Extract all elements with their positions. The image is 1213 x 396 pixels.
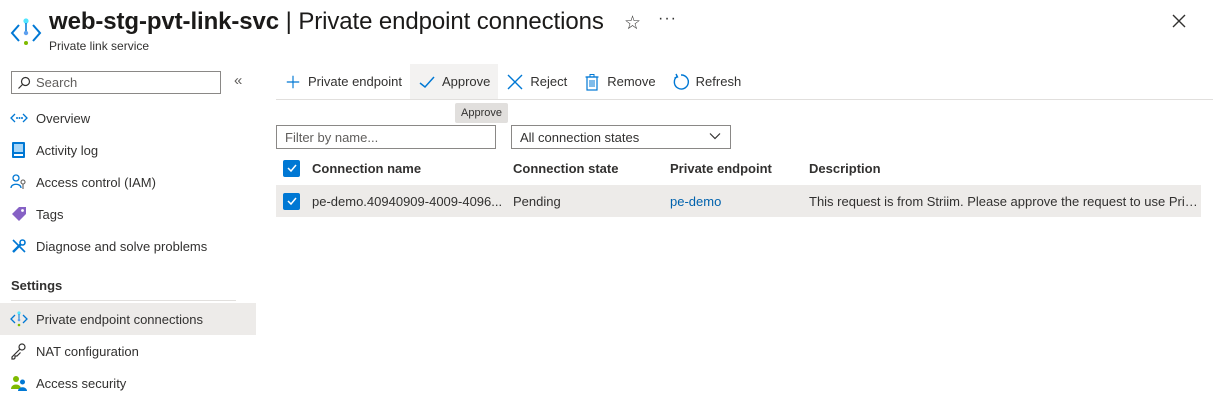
checkmark-icon <box>286 164 297 173</box>
sidebar-item-label: Access control (IAM) <box>36 174 156 190</box>
button-label: Reject <box>530 74 568 89</box>
description-cell: This request is from Striim. Please appr… <box>809 193 1201 209</box>
sidebar-item-label: Tags <box>36 206 64 222</box>
button-label: Approve <box>441 74 491 89</box>
blade-title: Private endpoint connections <box>298 8 604 35</box>
remove-button[interactable]: Remove <box>575 64 663 99</box>
button-label: Private endpoint <box>308 74 402 89</box>
plus-icon <box>284 73 302 91</box>
button-label: Remove <box>607 74 656 89</box>
dropdown-selected-value: All connection states <box>520 129 640 145</box>
refresh-icon <box>672 73 690 91</box>
iam-icon <box>10 173 28 191</box>
toolbar-divider <box>276 99 1213 100</box>
reject-button[interactable]: Reject <box>498 64 575 99</box>
collapse-sidebar-icon[interactable]: « <box>234 72 242 89</box>
search-input[interactable] <box>36 75 216 90</box>
resource-type-subtitle: Private link service <box>49 39 150 53</box>
column-header-description[interactable]: Description <box>809 161 1201 176</box>
private-link-service-icon <box>10 17 42 49</box>
row-checkbox[interactable] <box>283 192 300 210</box>
title-separator: | <box>279 8 299 35</box>
sidebar-item-private-endpoint-connections[interactable]: Private endpoint connections <box>0 303 256 335</box>
search-icon <box>18 76 31 89</box>
button-label: Refresh <box>695 74 742 89</box>
reject-x-icon <box>506 73 524 91</box>
approve-button[interactable]: Approve <box>409 64 499 99</box>
sidebar-item-label: Access security <box>36 375 127 391</box>
sidebar-item-tags[interactable]: Tags <box>0 198 256 230</box>
connection-state-cell: Pending <box>513 193 561 209</box>
filter-by-name[interactable] <box>276 125 496 149</box>
refresh-button[interactable]: Refresh <box>664 64 750 99</box>
sidebar-item-activity-log[interactable]: Activity log <box>0 134 256 166</box>
connection-state-dropdown[interactable]: All connection states <box>511 125 731 149</box>
sidebar-item-access-security[interactable]: Access security <box>0 367 256 396</box>
page-title: web-stg-pvt-link-svc | Private endpoint … <box>49 8 604 36</box>
resource-name: web-stg-pvt-link-svc <box>49 8 280 35</box>
close-icon[interactable] <box>1168 10 1190 32</box>
connection-name-cell: pe-demo.40940909-4009-4096... <box>312 193 503 209</box>
column-header-connection-state[interactable]: Connection state <box>513 161 618 176</box>
activity-log-icon <box>10 141 28 159</box>
sidebar-search[interactable] <box>11 71 221 94</box>
approve-tooltip: Approve <box>455 103 508 123</box>
sidebar-item-label: Diagnose and solve problems <box>36 238 208 254</box>
tag-icon <box>10 205 28 223</box>
sidebar-item-access-control[interactable]: Access control (IAM) <box>0 166 256 198</box>
table-row[interactable]: pe-demo.40940909-4009-4096... Pending pe… <box>276 185 1201 217</box>
wrench-icon <box>10 237 28 255</box>
ellipsis-icon[interactable]: ··· <box>658 10 677 28</box>
sidebar-item-label: NAT configuration <box>36 343 139 359</box>
chevron-down-icon <box>708 129 722 146</box>
key-icon <box>10 342 28 360</box>
sidebar-item-label: Private endpoint connections <box>36 311 203 327</box>
star-icon[interactable]: ☆ <box>624 12 641 35</box>
trash-icon <box>583 73 601 91</box>
sidebar-item-label: Overview <box>36 110 91 126</box>
sidebar-item-label: Activity log <box>36 142 99 158</box>
overview-icon <box>10 109 28 127</box>
private-link-icon <box>10 310 28 328</box>
select-all-checkbox[interactable] <box>283 159 300 177</box>
sidebar-item-diagnose[interactable]: Diagnose and solve problems <box>0 230 256 262</box>
add-private-endpoint-button[interactable]: Private endpoint <box>276 64 410 99</box>
private-endpoint-link[interactable]: pe-demo <box>670 194 721 209</box>
filter-name-input[interactable] <box>285 129 485 145</box>
table-header: Connection name Connection state Private… <box>276 155 1201 181</box>
sidebar-item-nat-configuration[interactable]: NAT configuration <box>0 335 256 367</box>
checkmark-icon <box>418 73 436 91</box>
settings-section-label: Settings <box>11 278 63 293</box>
command-bar: Private endpoint Approve Reject Remove R… <box>276 64 749 99</box>
sidebar-item-overview[interactable]: Overview <box>0 102 256 134</box>
users-icon <box>10 374 28 392</box>
column-header-private-endpoint[interactable]: Private endpoint <box>670 161 772 176</box>
checkmark-icon <box>286 197 297 206</box>
column-header-connection-name[interactable]: Connection name <box>312 161 504 176</box>
section-divider <box>11 300 236 301</box>
